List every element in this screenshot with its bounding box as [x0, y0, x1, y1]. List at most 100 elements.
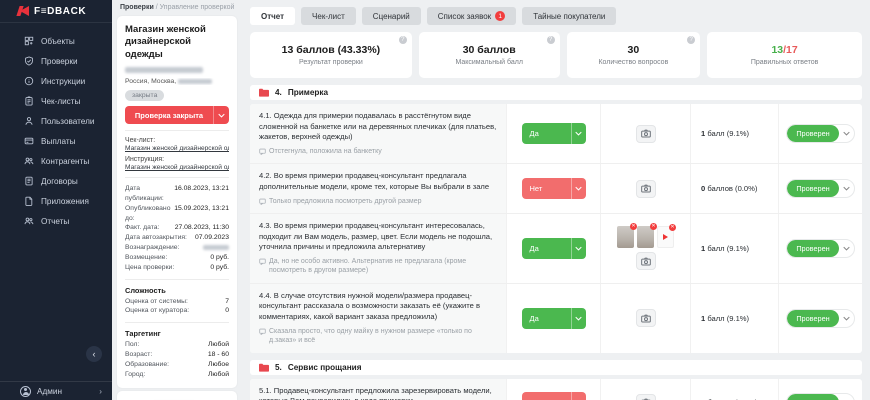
status-dropdown[interactable]: Проверен	[786, 179, 854, 198]
chevron-down-icon	[839, 316, 854, 321]
sidebar-item-contractors[interactable]: Контрагенты	[0, 151, 112, 171]
question-text: 4.2. Во время примерки продавец-консульт…	[259, 171, 497, 192]
sidebar-item-label: Приложения	[41, 197, 89, 206]
checklist-link[interactable]: Магазин женской дизайнерской одежды	[125, 145, 229, 152]
status-dropdown[interactable]: Проверен	[786, 124, 854, 143]
admin-label: Админ	[37, 387, 62, 396]
help-icon[interactable]: ?	[687, 36, 695, 44]
stat-value: 13/17	[771, 44, 797, 56]
redacted-text	[178, 79, 212, 84]
comment-icon	[259, 258, 266, 265]
chevron-down-icon	[571, 308, 586, 329]
breadcrumb-section[interactable]: Проверки	[120, 4, 154, 11]
reports-icon	[24, 216, 34, 226]
status-dropdown[interactable]: Проверен	[786, 309, 854, 328]
sidebar-item-label: Пользователи	[41, 117, 94, 126]
tab-bar: Отчет Чек-лист Сценарий Список заявок1 Т…	[250, 7, 862, 25]
field-row: Пол:Любой	[125, 340, 229, 350]
section-header-farewell: 5. Сервис прощания	[250, 360, 862, 375]
chevron-down-icon	[839, 246, 854, 251]
sidebar-item-attachments[interactable]: Приложения	[0, 191, 112, 211]
chevron-down-icon	[571, 238, 586, 259]
stat-value: 30	[628, 44, 640, 56]
video-thumbnail[interactable]: ✕	[657, 226, 674, 248]
store-location: Россия, Москва,	[125, 78, 229, 85]
sidebar-item-users[interactable]: Пользователи	[0, 111, 112, 131]
field-row: Город:Любой	[125, 370, 229, 380]
assignee-card: Ирина проверка оплачена +7977 Аннулирова…	[117, 391, 237, 400]
score-cell: 0 баллов (0.0%)	[690, 379, 778, 400]
field-row: Дата автозакрытия:07.09.2023	[125, 233, 229, 243]
chevron-down-icon[interactable]	[213, 106, 229, 124]
shield-check-icon	[24, 56, 34, 66]
status-dropdown[interactable]: Проверен	[786, 393, 854, 400]
sidebar-item-checklists[interactable]: Чек-листы	[0, 91, 112, 111]
sidebar-collapse-button[interactable]: ‹	[86, 346, 102, 362]
sidebar-item-checks[interactable]: Проверки	[0, 51, 112, 71]
field-row: Возмещение:0 руб.	[125, 253, 229, 263]
answer-dropdown[interactable]: Да	[522, 123, 586, 144]
tab-mystery-shoppers[interactable]: Тайные покупатели	[522, 7, 616, 25]
answer-cell: Нет	[506, 379, 600, 400]
sidebar-menu: Объекты Проверки Инструкции Чек-листы По…	[0, 23, 112, 381]
media-cell	[600, 284, 690, 353]
answer-dropdown[interactable]: Да	[522, 238, 586, 259]
close-inspection-button[interactable]: Проверка закрыта	[125, 106, 229, 124]
answer-cell: Да	[506, 214, 600, 283]
camera-button[interactable]	[636, 125, 656, 143]
checklist-row: 4.1. Одежда для примерки подавалась в ра…	[250, 104, 862, 163]
section-title: Примерка	[288, 88, 328, 97]
help-icon[interactable]: ?	[399, 36, 407, 44]
photo-thumbnail[interactable]: ✕	[637, 226, 654, 248]
checklist-table: 5.1. Продавец-консультант предложила зар…	[250, 379, 862, 400]
inspection-panel: Проверки / Управление проверкой Магазин …	[112, 0, 242, 400]
score-cell: 1 балл (9.1%)	[690, 104, 778, 163]
delete-badge-icon[interactable]: ✕	[630, 223, 637, 230]
answer-dropdown[interactable]: Нет	[522, 178, 586, 199]
sidebar-item-contracts[interactable]: Договоры	[0, 171, 112, 191]
answer-dropdown[interactable]: Да	[522, 308, 586, 329]
delete-badge-icon[interactable]: ✕	[650, 223, 657, 230]
field-row: Оценка от системы:7	[125, 297, 229, 307]
camera-button[interactable]	[636, 252, 656, 270]
instruction-link[interactable]: Магазин женской дизайнерской одежды	[125, 164, 229, 171]
comment-icon	[259, 198, 266, 205]
camera-button[interactable]	[636, 394, 656, 400]
play-icon	[663, 234, 668, 240]
sidebar-item-instructions[interactable]: Инструкции	[0, 71, 112, 91]
stat-value: 30 баллов	[463, 44, 516, 56]
answer-cell: Да	[506, 284, 600, 353]
camera-button[interactable]	[636, 180, 656, 198]
tab-scenario[interactable]: Сценарий	[362, 7, 421, 25]
question-text: 5.1. Продавец-консультант предложила зар…	[259, 386, 497, 400]
store-card: Магазин женской дизайнерской одежды Росс…	[117, 16, 237, 388]
admin-bar[interactable]: Админ ›	[0, 381, 112, 400]
question-text: 4.1. Одежда для примерки подавалась в ра…	[259, 111, 497, 143]
field-row: Факт. дата:27.08.2023, 11:30	[125, 223, 229, 233]
tab-report[interactable]: Отчет	[250, 7, 295, 25]
sidebar-item-objects[interactable]: Объекты	[0, 31, 112, 51]
tab-checklist[interactable]: Чек-лист	[301, 7, 356, 25]
tab-applications[interactable]: Список заявок1	[427, 7, 516, 25]
user-icon	[24, 116, 34, 126]
folder-icon	[259, 88, 269, 97]
clipboard-icon	[24, 96, 34, 106]
answer-comment: Сказала просто, что одну майку в нужном …	[259, 327, 497, 346]
sidebar-item-label: Отчеты	[41, 217, 69, 226]
camera-button[interactable]	[636, 309, 656, 327]
photo-thumbnail[interactable]: ✕	[617, 226, 634, 248]
status-badge: закрыта	[125, 90, 164, 101]
question-text: 4.4. В случае отсутствия нужной модели/р…	[259, 291, 497, 323]
answer-dropdown[interactable]: Нет	[522, 392, 586, 400]
document-icon	[24, 176, 34, 186]
status-dropdown[interactable]: Проверен	[786, 239, 854, 258]
sidebar-item-label: Объекты	[41, 37, 75, 46]
targeting-heading: Таргетинг	[125, 329, 229, 338]
delete-badge-icon[interactable]: ✕	[669, 224, 676, 231]
close-inspection-label: Проверка закрыта	[125, 111, 213, 120]
help-icon[interactable]: ?	[547, 36, 555, 44]
sidebar-item-label: Выплаты	[41, 137, 76, 146]
field-row: Дата публикации:16.08.2023, 13:21	[125, 184, 229, 204]
sidebar-item-reports[interactable]: Отчеты	[0, 211, 112, 231]
sidebar-item-payments[interactable]: Выплаты	[0, 131, 112, 151]
